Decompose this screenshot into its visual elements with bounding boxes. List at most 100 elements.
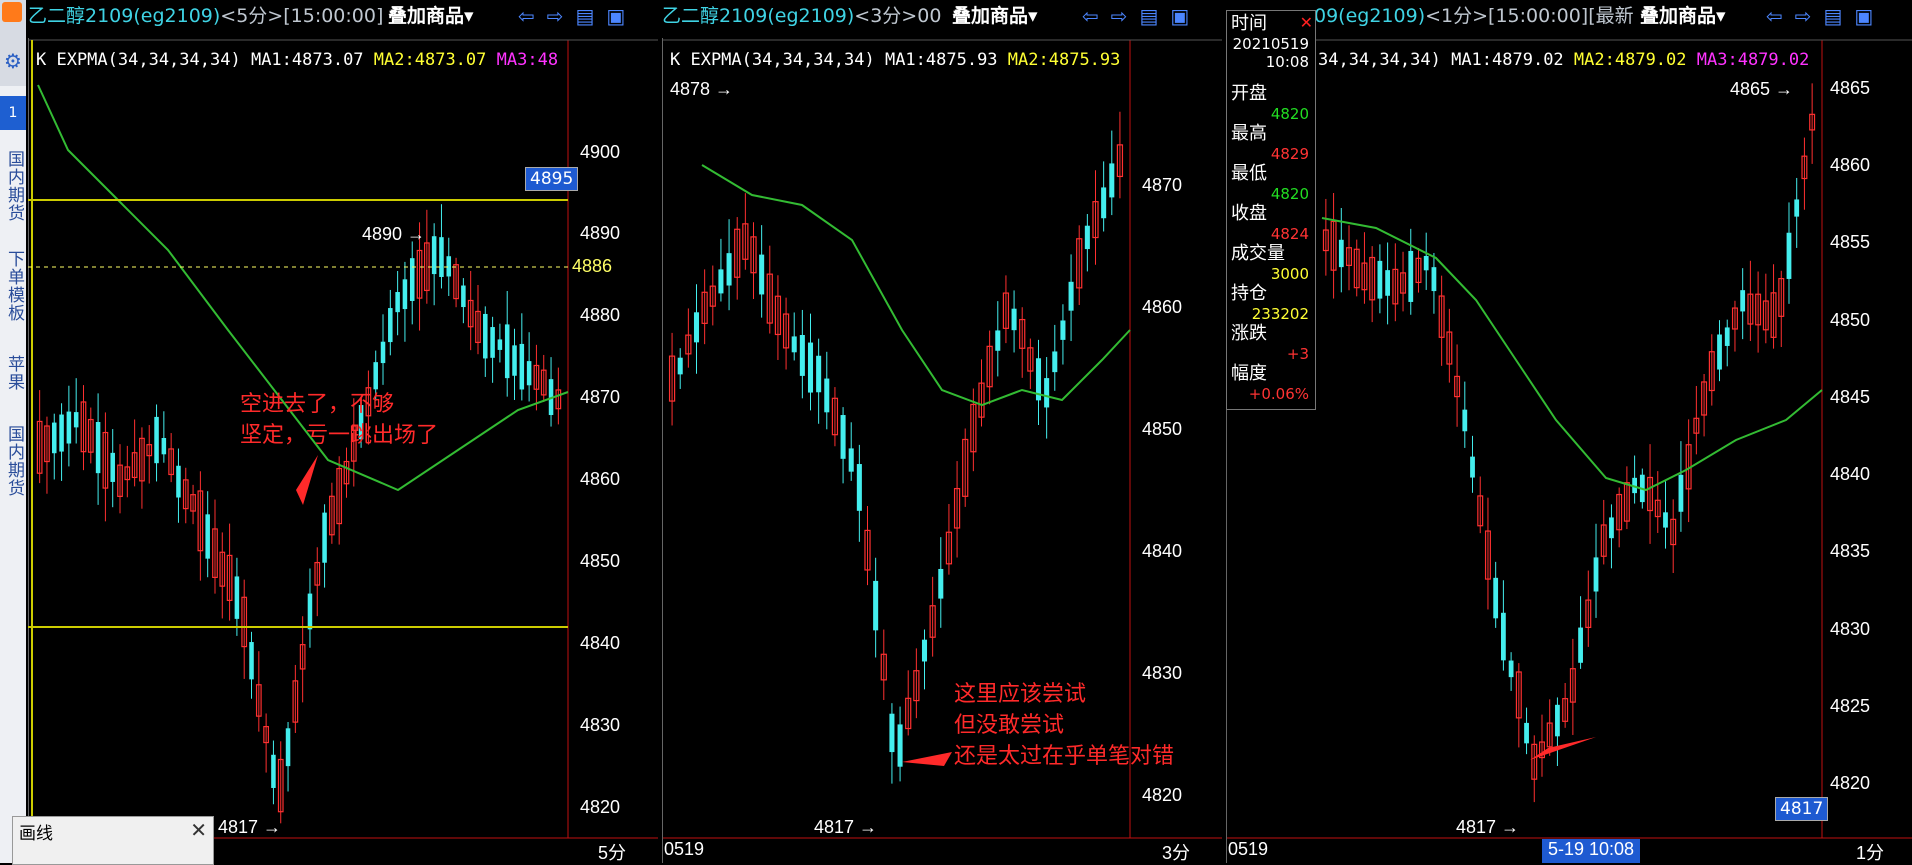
sidebar-item-apple[interactable]: 苹果 — [3, 355, 24, 391]
indicator-ma1: MA1:4879.02 — [1451, 50, 1564, 70]
date-footer: 0519 — [1228, 839, 1269, 859]
annotation-line: 但没敢尝试 — [954, 713, 1065, 738]
y-tick: 4860 — [580, 469, 621, 489]
candle-body-down — [1609, 517, 1614, 539]
price-badge: 4895 — [524, 167, 579, 191]
candle-body-down — [718, 269, 724, 294]
indicator-prefix: K EXPMA(34,34,34,34) — [670, 50, 875, 70]
indicator-ma3: MA3:48 — [496, 50, 559, 70]
app-logo-icon[interactable] — [2, 2, 22, 22]
candle-body-down — [1338, 239, 1344, 268]
y-tick: 4855 — [1830, 232, 1871, 252]
y-tick: 4860 — [1142, 297, 1183, 317]
info-label-time: 时间 — [1231, 13, 1267, 34]
candle-body-down — [1555, 704, 1560, 737]
price-badge: 4817 — [1774, 797, 1829, 821]
info-label-open-interest: 持仓 — [1231, 283, 1267, 304]
sidebar-item-order-template[interactable]: 下单模板 — [3, 250, 24, 322]
y-tick: 4865 — [1830, 78, 1871, 98]
close-icon[interactable]: ✕ — [190, 818, 207, 842]
y-tick: 4835 — [1830, 541, 1871, 561]
sidebar-badge[interactable]: 1 — [0, 96, 26, 130]
low-price-mark: 4817 → — [218, 817, 282, 837]
candlestick-chart-3min[interactable] — [662, 0, 1222, 863]
candle-body-down — [889, 713, 895, 753]
candle-body-down — [395, 292, 400, 313]
candle-body-down — [1508, 660, 1514, 678]
period-footer: 5分 — [598, 843, 627, 863]
candle-body-down — [234, 576, 240, 619]
candle-body-down — [431, 236, 437, 275]
panel-toolbar-icons[interactable]: ⇦⇨▤▣ — [1082, 2, 1201, 30]
candle-body-down — [897, 724, 903, 767]
y-tick: 4900 — [580, 142, 621, 162]
info-value-volume: 3000 — [1270, 265, 1309, 283]
date-footer: 0519 — [664, 839, 705, 859]
overlay-commodity-button[interactable]: 叠加商品▾ — [388, 2, 474, 30]
info-label-change: 涨跌 — [1231, 323, 1267, 344]
panel-toolbar-icons[interactable]: ⇦⇨▤▣ — [518, 2, 637, 30]
candle-body-down — [66, 411, 72, 444]
indicator-line: K EXPMA(34,34,34,34) MA1:4875.93 MA2:487… — [670, 50, 1120, 70]
y-tick: 4820 — [580, 797, 621, 817]
drawing-tool-window[interactable]: 画线 ✕ — [12, 816, 214, 865]
candle-body-down — [249, 642, 254, 680]
moving-average-line — [1321, 217, 1823, 492]
candle-body-down — [1578, 627, 1583, 663]
candle-body-down — [1717, 334, 1722, 370]
candle-body-down — [856, 464, 862, 511]
info-value-open-interest: 233202 — [1251, 305, 1309, 323]
sidebar-item-domestic-futures[interactable]: 国内期货 — [3, 150, 24, 222]
y-tick: 4830 — [580, 715, 621, 735]
candle-body-down — [1377, 260, 1383, 299]
low-price-mark: 4817 → — [1456, 817, 1520, 837]
candle-body-down — [1052, 351, 1058, 373]
chart-panel-1min[interactable]: 09(eg2109)<1分>[15:00:00][最新 叠加商品▾ ⇦⇨▤▣ 3… — [1226, 0, 1912, 863]
indicator-ma1: MA1:4875.93 — [884, 50, 998, 70]
chart-panel-5min[interactable]: 乙二醇2109(eg2109)<5分>[15:00:00] 叠加商品▾ ⇦⇨▤▣… — [28, 0, 658, 863]
info-label-high: 最高 — [1231, 123, 1267, 144]
candle-body-down — [791, 336, 797, 353]
candle-body-down — [1724, 327, 1730, 346]
y-tick: 4880 — [580, 305, 621, 325]
info-value-change: +3 — [1286, 345, 1309, 363]
candle-body-down — [388, 308, 393, 343]
candlestick-chart-1min[interactable] — [1226, 0, 1912, 863]
candle-body-down — [726, 253, 732, 286]
sidebar-item-domestic-futures-2[interactable]: 国内期货 — [3, 425, 24, 497]
indicator-prefix: K EXPMA(34,34,34,34) — [36, 50, 241, 70]
info-label-low: 最低 — [1231, 163, 1267, 184]
candle-body-down — [110, 452, 115, 482]
candle-body-down — [1385, 270, 1391, 296]
candle-body-down — [176, 465, 181, 498]
candle-body-down — [799, 335, 805, 376]
annotation-line: 还是太过在乎单笔对错 — [954, 744, 1175, 769]
info-value-low: 4820 — [1270, 185, 1309, 203]
overlay-commodity-button[interactable]: 叠加商品▾ — [1640, 2, 1726, 30]
gear-icon[interactable]: ⚙ — [2, 50, 24, 72]
candle-body-down — [759, 254, 765, 295]
indicator-ma1: MA1:4873.07 — [250, 50, 364, 70]
candle-body-down — [490, 327, 495, 358]
candle-body-down — [409, 258, 415, 301]
y-tick: 4850 — [1142, 419, 1183, 439]
overlay-commodity-button[interactable]: 叠加商品▾ — [952, 2, 1038, 30]
info-value-high: 4829 — [1270, 145, 1309, 163]
candle-body-down — [693, 312, 700, 343]
candle-body-down — [373, 362, 378, 390]
candle-body-down — [938, 568, 944, 599]
candle-body-down — [205, 514, 210, 559]
candle-body-down — [1786, 232, 1792, 279]
candle-body-down — [1408, 250, 1414, 302]
annotation-arrow — [902, 752, 952, 766]
info-value-open: 4820 — [1270, 105, 1309, 123]
candle-body-down — [1060, 320, 1066, 340]
candle-body-down — [380, 341, 386, 364]
period-label: <5分>[15:00:00] — [220, 5, 384, 27]
period-footer: 1分 — [1856, 843, 1885, 863]
y-tick: 4840 — [1142, 541, 1183, 561]
chart-panel-3min[interactable]: 乙二醇2109(eg2109)<3分>00 叠加商品▾ ⇦⇨▤▣ K EXPMA… — [662, 0, 1222, 863]
y-tick: 4870 — [580, 387, 621, 407]
panel-toolbar-icons[interactable]: ⇦⇨▤▣ — [1766, 2, 1885, 30]
info-value-date: 20210519 — [1232, 35, 1309, 53]
